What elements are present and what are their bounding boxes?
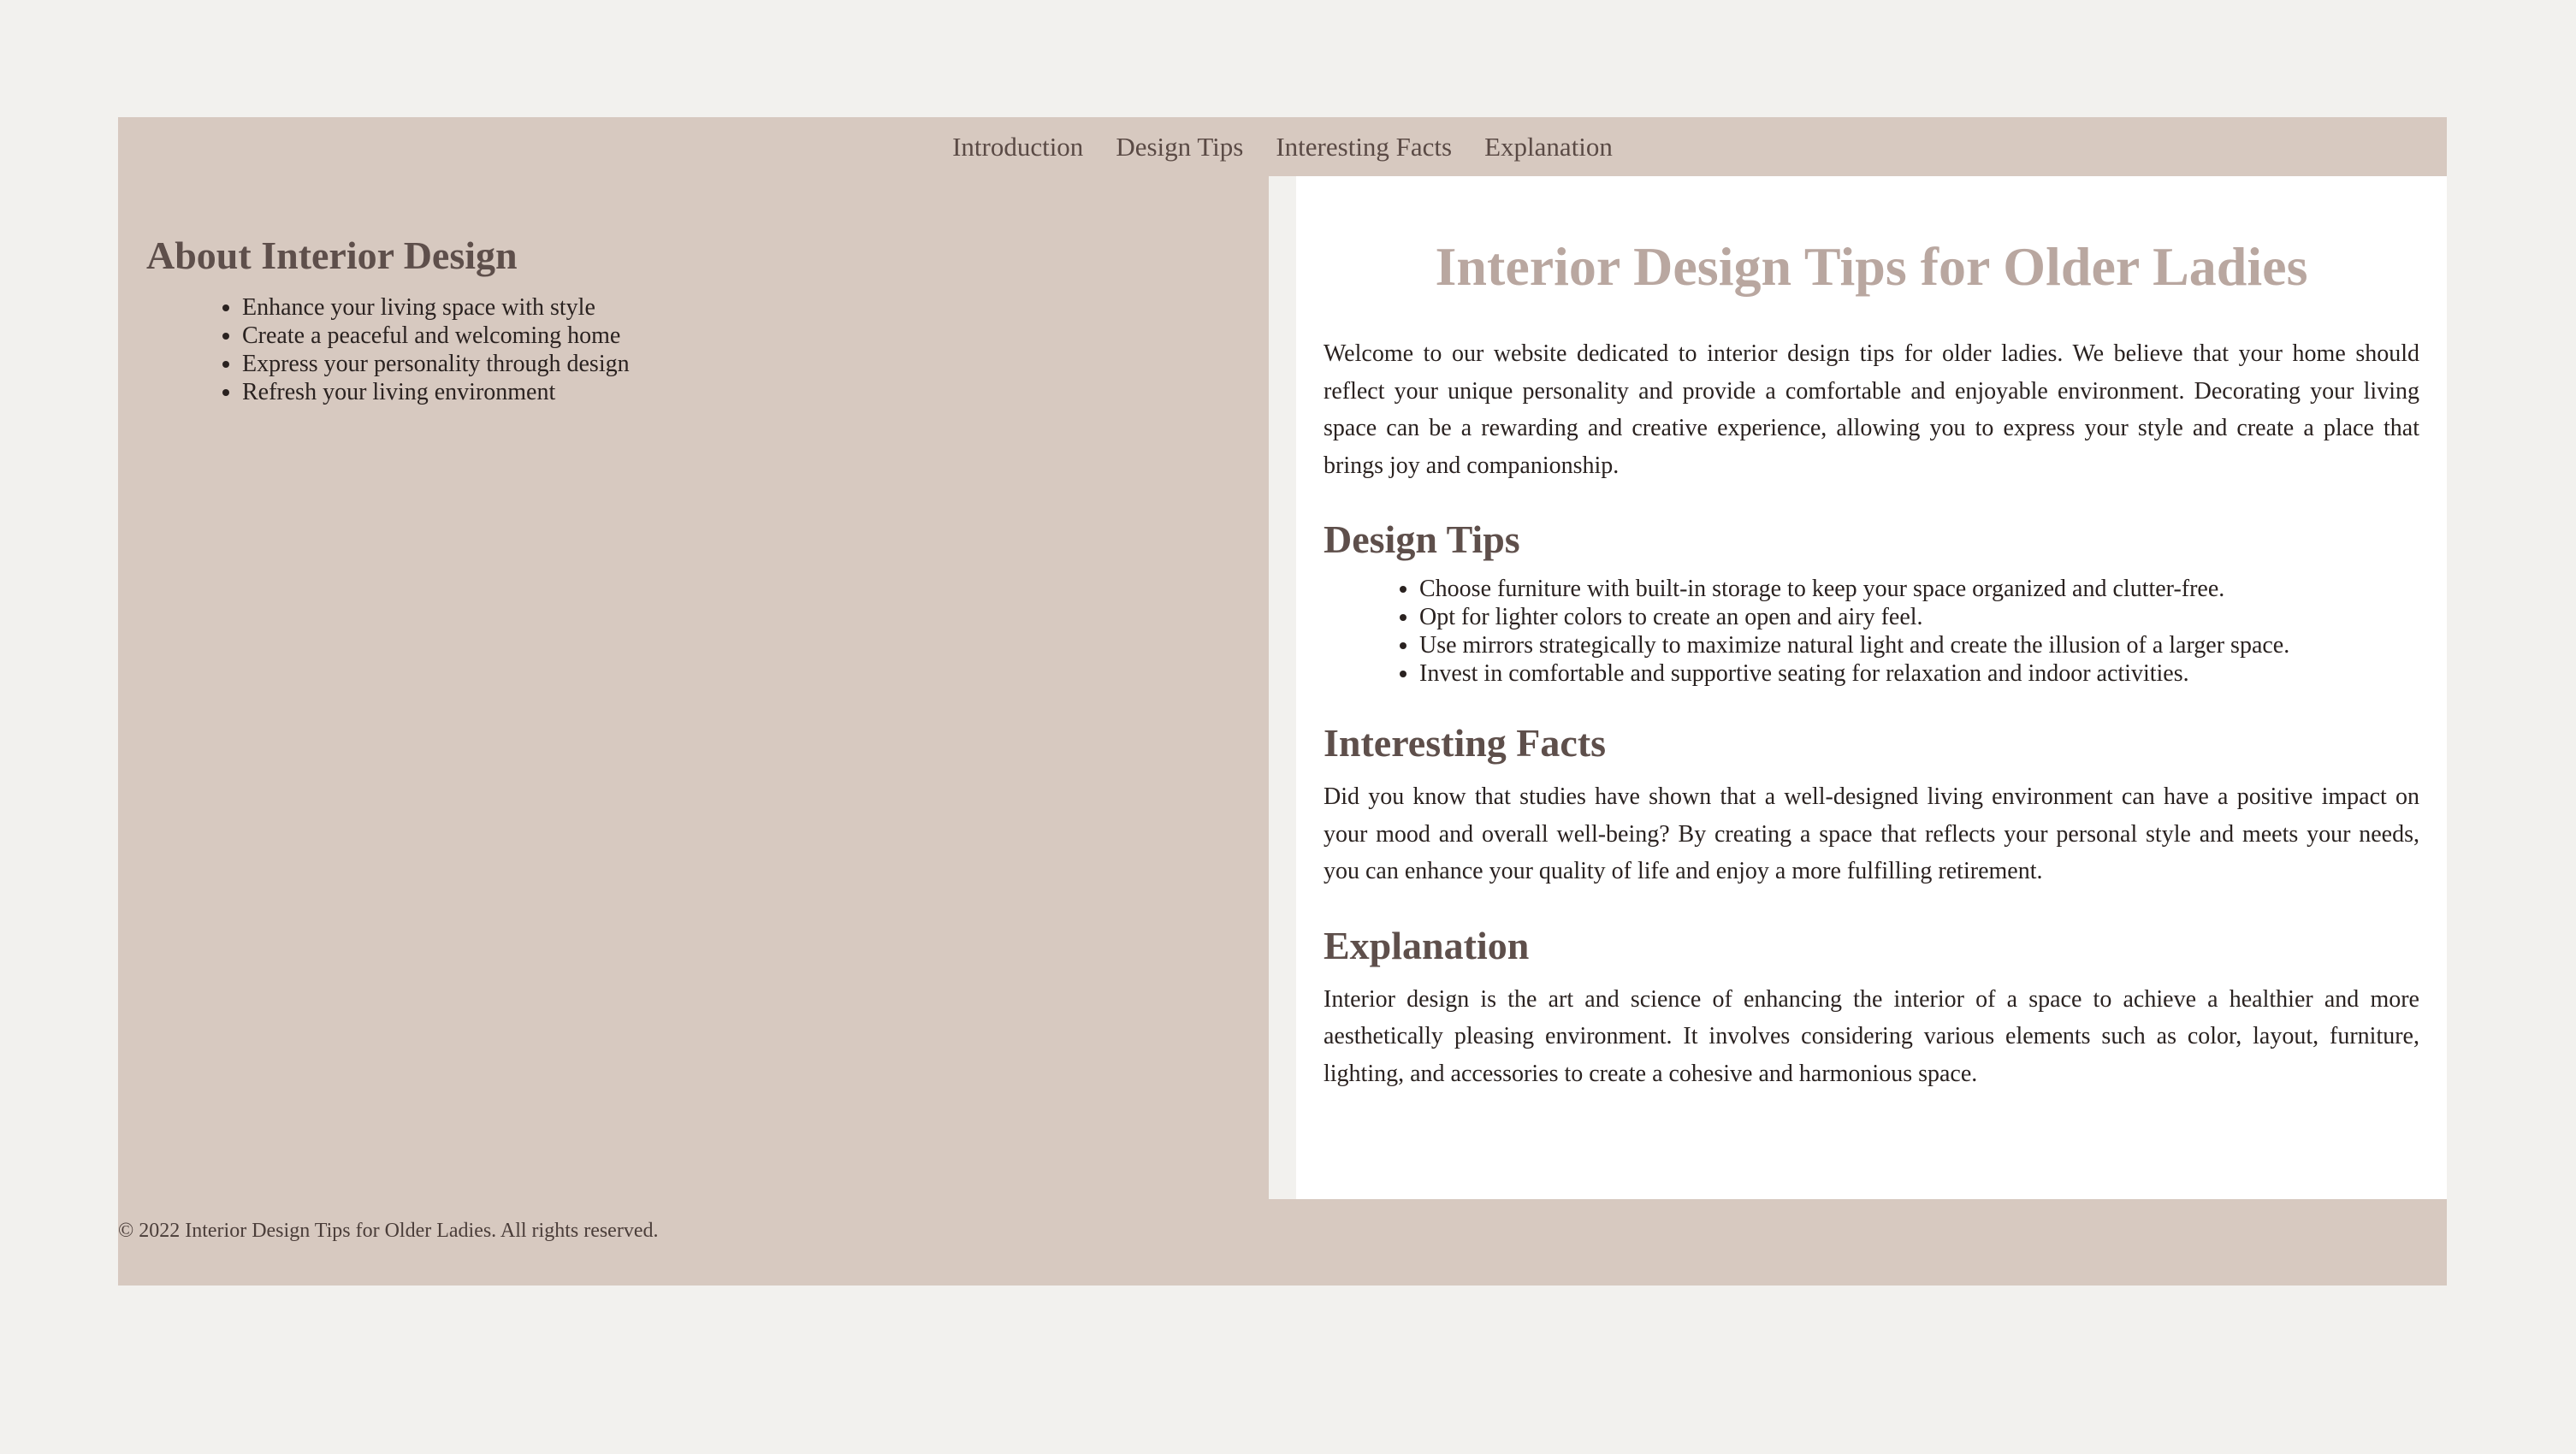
interesting-facts-heading: Interesting Facts — [1324, 721, 1607, 765]
sidebar-list-item: Create a peaceful and welcoming home — [242, 322, 1241, 350]
footer-copyright: © 2022 Interior Design Tips for Older La… — [118, 1220, 659, 1242]
nav-link-design-tips[interactable]: Design Tips — [1116, 132, 1243, 163]
nav-link-interesting-facts[interactable]: Interesting Facts — [1276, 132, 1452, 163]
explanation-heading: Explanation — [1324, 923, 1530, 967]
sidebar-list-item: Refresh your living environment — [242, 378, 1241, 406]
explanation-paragraph: Interior design is the art and science o… — [1324, 985, 2419, 1087]
design-tips-heading: Design Tips — [1324, 517, 1520, 561]
sidebar-list: Enhance your living space with style Cre… — [146, 293, 1241, 406]
sidebar: About Interior Design Enhance your livin… — [146, 233, 1241, 406]
sidebar-title: About Interior Design — [146, 233, 518, 277]
sidebar-list-item: Express your personality through design — [242, 350, 1241, 378]
design-tips-list: Choose furniture with built-in storage t… — [1324, 575, 2419, 688]
top-nav: Introduction Design Tips Interesting Fac… — [118, 117, 2447, 176]
page-title: Interior Design Tips for Older Ladies — [1435, 236, 2308, 297]
design-tip-item: Opt for lighter colors to create an open… — [1419, 603, 2419, 631]
design-tip-item: Invest in comfortable and supportive sea… — [1419, 659, 2419, 688]
interesting-facts-paragraph: Did you know that studies have shown tha… — [1324, 783, 2419, 884]
intro-paragraph: Welcome to our website dedicated to inte… — [1324, 340, 2419, 479]
footer: © 2022 Interior Design Tips for Older La… — [118, 1220, 658, 1243]
nav-link-explanation[interactable]: Explanation — [1484, 132, 1613, 163]
design-tip-item: Use mirrors strategically to maximize na… — [1419, 631, 2419, 659]
design-tip-item: Choose furniture with built-in storage t… — [1419, 575, 2419, 603]
main-content: Interior Design Tips for Older Ladies We… — [1269, 176, 2447, 1199]
nav-link-introduction[interactable]: Introduction — [952, 132, 1083, 163]
page-container: Introduction Design Tips Interesting Fac… — [118, 117, 2447, 1286]
sidebar-list-item: Enhance your living space with style — [242, 293, 1241, 322]
